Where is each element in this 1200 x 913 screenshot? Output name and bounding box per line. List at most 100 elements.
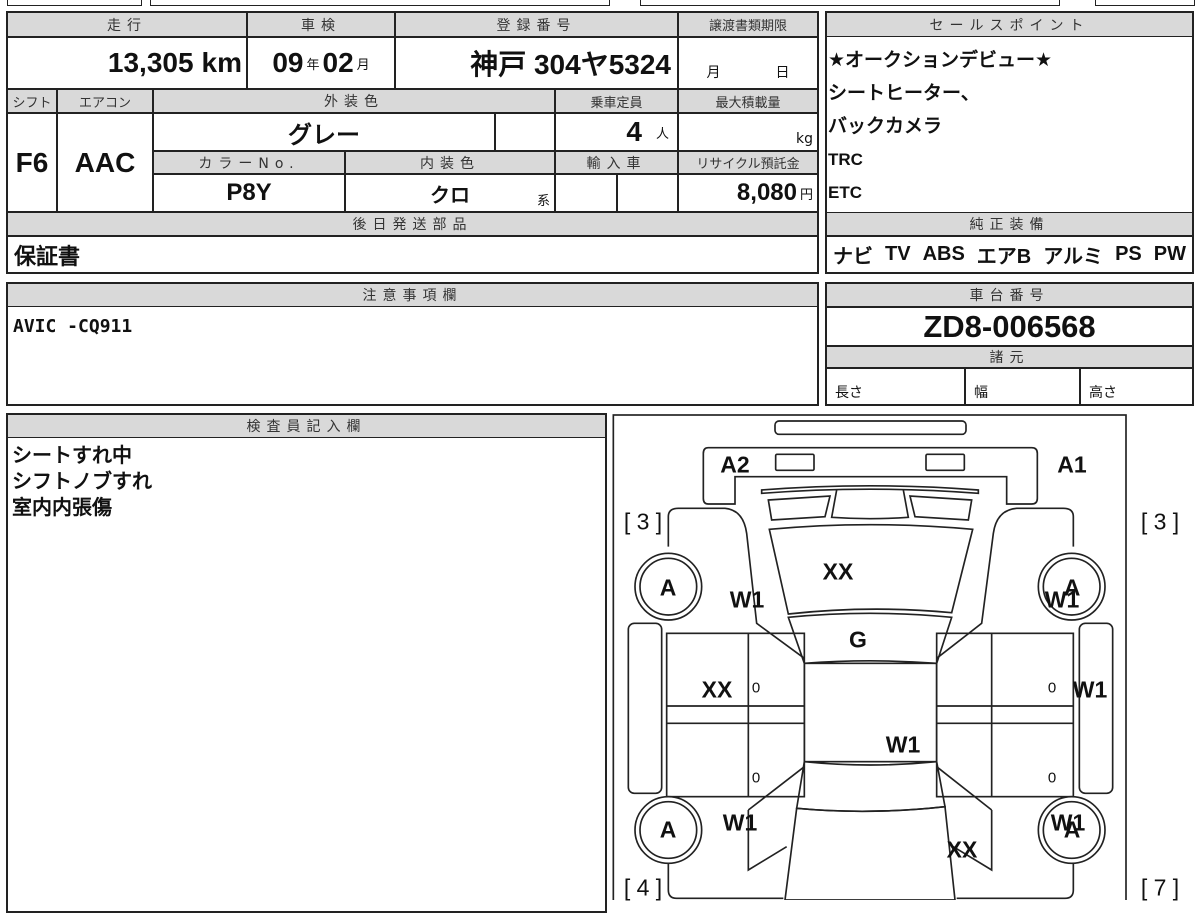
car-damage-diagram xyxy=(612,414,1127,900)
equipment-header: 純正装備 xyxy=(826,212,1193,236)
interior-color-header: 内装色 xyxy=(345,151,555,174)
exterior-color-value: グレー xyxy=(153,113,495,151)
import-cell xyxy=(555,174,617,212)
recycle-fee-value: 8,080 円 xyxy=(678,174,818,212)
later-parts-value: 保証書 xyxy=(7,236,818,273)
transfer-deadline-header: 譲渡書類期限 xyxy=(678,12,818,37)
mileage-header: 走行 xyxy=(7,12,247,37)
door-mark: 0 xyxy=(1047,769,1057,787)
transfer-deadline-value: 月日 xyxy=(678,37,818,89)
damage-door-front-left: XX xyxy=(701,676,733,703)
notes-value: AVIC -CQ911 xyxy=(13,316,133,337)
equipment-item: PW xyxy=(1153,243,1186,265)
inspector-header: 検査員記入欄 xyxy=(7,414,606,438)
front-bumper-outline xyxy=(774,420,967,436)
label-a2: A2 xyxy=(720,451,750,478)
damage-windshield: G xyxy=(849,626,867,653)
right-sill xyxy=(1078,622,1114,795)
equipment-item: アルミ xyxy=(1043,246,1104,268)
door-mark: 0 xyxy=(1047,679,1057,697)
chassis-header: 車台番号 xyxy=(826,283,1193,307)
sales-point: TRC xyxy=(828,150,863,169)
sales-point: ★オークションデビュー★ xyxy=(828,49,1053,71)
damage-door-front-right: W1 xyxy=(1072,676,1108,703)
headlight-right xyxy=(908,495,973,521)
inspector-note: シフトノブすれ xyxy=(12,469,152,493)
shift-value: F6 xyxy=(7,113,57,212)
color-no-header: カラーNo. xyxy=(153,151,345,174)
chassis-number: ZD8-006568 xyxy=(826,307,1193,346)
inspection-header: 車検 xyxy=(247,12,395,37)
left-sill xyxy=(627,622,663,795)
front-panel-outline xyxy=(702,446,1039,505)
interior-color-value: クロ系 xyxy=(345,174,555,212)
equipment-item: エアB xyxy=(976,246,1032,268)
wheel-rear-left: A xyxy=(659,816,677,843)
damage-fender-rear-right: W1 xyxy=(1050,809,1086,836)
bracket-rear-right: [ 7 ] xyxy=(1140,874,1180,901)
door-mark: 0 xyxy=(751,769,761,787)
capacity-value: 4人 xyxy=(555,113,678,151)
label-a1: A1 xyxy=(1057,451,1087,478)
aircon-header: エアコン xyxy=(57,89,153,113)
sales-point: シートヒーター、 xyxy=(828,82,980,104)
bracket-rear-left: [ 4 ] xyxy=(623,874,663,901)
grille-outline xyxy=(760,485,980,495)
headlight-left xyxy=(767,495,832,521)
top-strip-cell xyxy=(7,0,142,6)
bracket-front-left: [ 3 ] xyxy=(623,508,663,535)
mileage-value: 13,305 km xyxy=(7,37,247,89)
spec-height: 高さ xyxy=(1080,368,1193,405)
capacity-header: 乗車定員 xyxy=(555,89,678,113)
grille-center xyxy=(830,489,910,520)
equipment-item: ナビ xyxy=(833,246,873,268)
exterior-color-extra xyxy=(495,113,555,151)
inspector-note: シートすれ中 xyxy=(12,443,132,467)
damage-fender-front-right: W1 xyxy=(1044,586,1080,613)
sales-points-header: セールスポイント xyxy=(826,12,1193,37)
spec-length: 長さ xyxy=(826,368,965,405)
damage-fender-front-left: W1 xyxy=(729,586,765,613)
inspector-notes: シートすれ中 シフトノブすれ 室内内張傷 xyxy=(12,442,152,520)
left-doors-outline xyxy=(665,632,806,798)
damage-roof: W1 xyxy=(885,731,921,758)
import-cell xyxy=(617,174,678,212)
sales-point: ETC xyxy=(828,183,862,202)
front-fenders-outline xyxy=(667,507,1075,660)
recycle-fee-header: リサイクル預託金 xyxy=(678,151,818,174)
shift-header: シフト xyxy=(7,89,57,113)
equipment-item: PS xyxy=(1115,243,1142,265)
hood-outline xyxy=(768,523,974,615)
aircon-value: AAC xyxy=(57,113,153,212)
front-light-right xyxy=(925,453,966,472)
registration-value: 神戸 304ヤ5324 xyxy=(395,37,678,89)
damage-fender-rear-left: W1 xyxy=(722,809,758,836)
equipment-item: TV xyxy=(885,243,911,265)
max-load-header: 最大積載量 xyxy=(678,89,818,113)
equipment-item: ABS xyxy=(922,243,965,265)
import-header: 輸入車 xyxy=(555,151,678,174)
rear-window-outline xyxy=(795,760,946,813)
wheel-front-left: A xyxy=(659,574,677,601)
trunk-outline xyxy=(784,805,956,900)
spec-width: 幅 xyxy=(965,368,1080,405)
bracket-front-right: [ 3 ] xyxy=(1140,508,1180,535)
sales-point: バックカメラ xyxy=(828,115,943,137)
later-parts-header: 後日発送部品 xyxy=(7,212,818,236)
door-mark: 0 xyxy=(751,679,761,697)
equipment-list: ナビ TV ABS エアB アルミ PS PW xyxy=(826,236,1193,273)
windshield-outline xyxy=(787,612,953,665)
max-load-value: kg xyxy=(678,113,818,151)
specs-header: 諸元 xyxy=(826,346,1193,368)
inspection-value: 09 年 02 月 xyxy=(247,37,395,89)
front-light-left xyxy=(774,453,815,472)
sales-points-list: ★オークションデビュー★ シートヒーター、 バックカメラ TRC ETC xyxy=(828,44,1052,209)
inspector-note: 室内内張傷 xyxy=(12,495,112,519)
damage-trunk: XX xyxy=(946,836,978,863)
top-strip-cell xyxy=(640,0,1060,6)
color-no-value: P8Y xyxy=(153,174,345,212)
notes-header: 注意事項欄 xyxy=(7,283,818,307)
exterior-color-header: 外装色 xyxy=(153,89,555,113)
top-strip-cell xyxy=(1095,0,1195,6)
top-strip-cell xyxy=(150,0,610,6)
